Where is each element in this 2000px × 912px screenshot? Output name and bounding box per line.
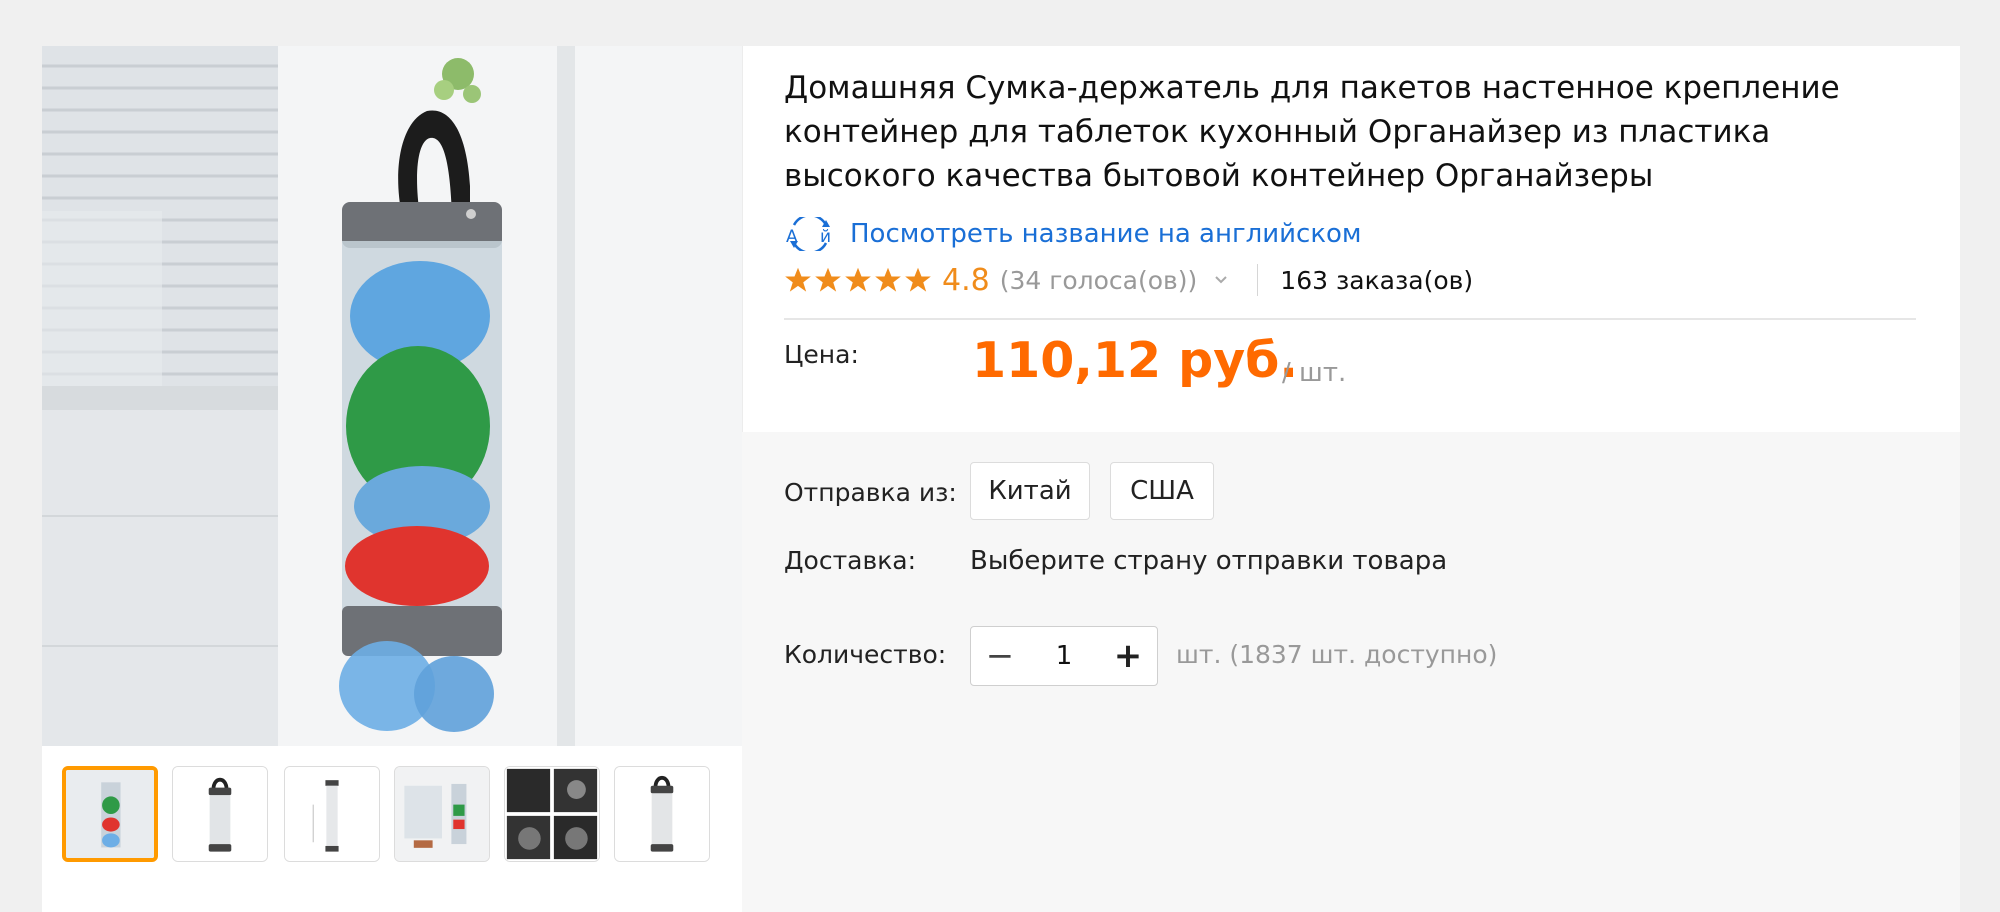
thumbnail-6[interactable] xyxy=(614,766,710,862)
delivery-label: Доставка: xyxy=(784,546,917,575)
price-label: Цена: xyxy=(784,340,859,369)
star-icon xyxy=(815,267,841,292)
quantity-input[interactable]: 1 xyxy=(1029,627,1099,685)
purchase-options: Отправка из: Китай США Доставка: Выберит… xyxy=(742,432,1960,912)
ship-from-usa-button[interactable]: США xyxy=(1110,462,1214,520)
product-gallery xyxy=(42,46,742,912)
star-icon xyxy=(845,267,871,292)
quantity-increase-button[interactable]: + xyxy=(1099,627,1157,685)
rating-value: 4.8 xyxy=(942,262,990,298)
rating-stars xyxy=(784,266,932,294)
thumbnail-strip xyxy=(42,766,742,866)
divider-line xyxy=(784,318,1916,320)
main-product-image[interactable] xyxy=(42,46,742,746)
thumbnail-3[interactable] xyxy=(284,766,380,862)
product-card: Домашняя Сумка-держатель для пакетов нас… xyxy=(42,46,1960,912)
quantity-stepper: − 1 + xyxy=(970,626,1158,686)
shipping-from-label: Отправка из: xyxy=(784,478,957,507)
star-icon xyxy=(875,267,901,292)
svg-text:й: й xyxy=(820,227,831,247)
votes-count[interactable]: (34 голоса(ов)) xyxy=(1000,266,1198,295)
quantity-available: шт. (1837 шт. доступно) xyxy=(1176,640,1498,669)
ship-from-china-button[interactable]: Китай xyxy=(970,462,1090,520)
rating-separator xyxy=(1257,264,1259,296)
price-value: 110,12 руб. xyxy=(972,332,1298,389)
translate-icon: A й xyxy=(786,217,831,251)
quantity-label: Количество: xyxy=(784,640,947,669)
thumbnail-2[interactable] xyxy=(172,766,268,862)
orders-count: 163 заказа(ов) xyxy=(1280,265,1474,295)
quantity-decrease-button[interactable]: − xyxy=(971,627,1029,685)
thumbnail-5[interactable] xyxy=(504,766,600,862)
product-title: Домашняя Сумка-держатель для пакетов нас… xyxy=(784,70,1840,194)
thumbnail-1[interactable] xyxy=(62,766,158,862)
delivery-text: Выберите страну отправки товара xyxy=(970,546,1448,576)
star-icon xyxy=(785,267,811,292)
rating-row: 4.8 (34 голоса(ов)) 163 заказа(ов) xyxy=(784,260,1934,300)
star-icon xyxy=(905,267,931,292)
thumbnail-4[interactable] xyxy=(394,766,490,862)
chevron-down-icon[interactable] xyxy=(1213,272,1229,288)
translate-link[interactable]: Посмотреть название на английском xyxy=(850,219,1362,249)
translate-row[interactable]: A й Посмотреть название на английском xyxy=(784,214,1362,254)
price-unit: / шт. xyxy=(1282,358,1347,388)
svg-text:A: A xyxy=(786,227,798,247)
